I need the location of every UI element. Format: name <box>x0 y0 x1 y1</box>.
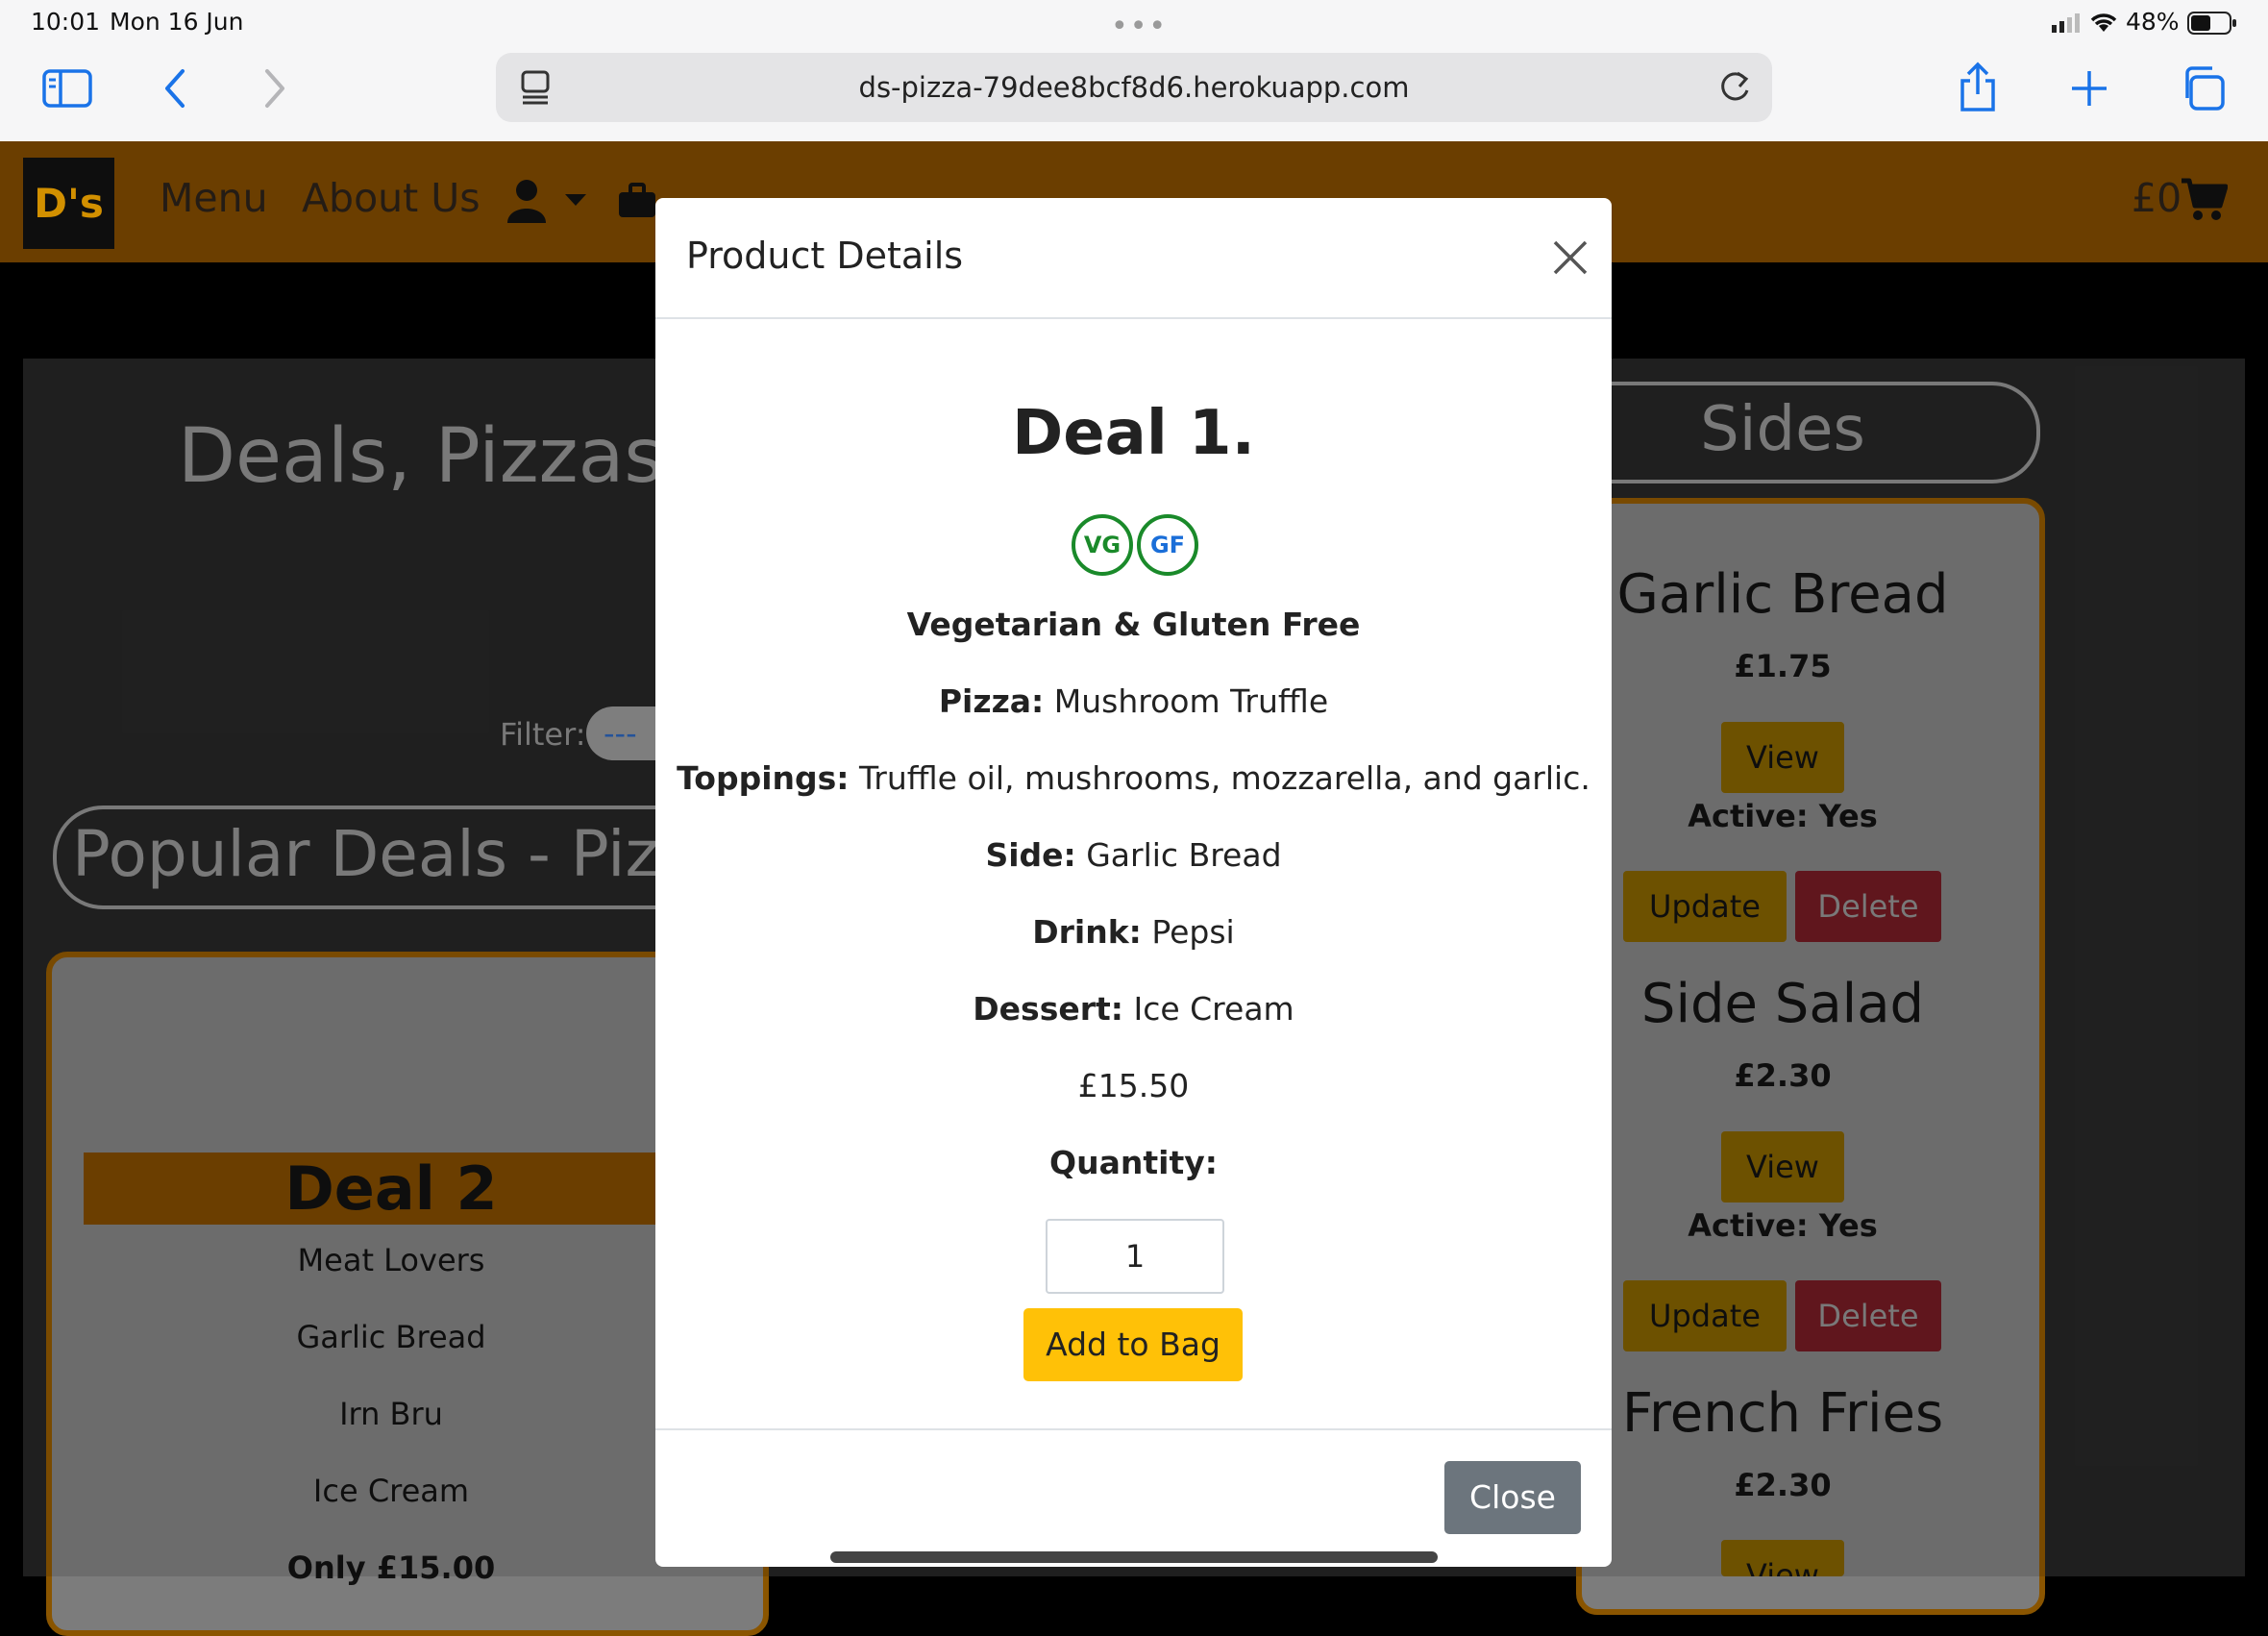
multitasking-dots-icon[interactable]: ••• <box>1111 10 1168 43</box>
home-indicator <box>830 1551 1438 1563</box>
tabs-overview-icon[interactable] <box>2180 65 2226 112</box>
url-text[interactable]: ds-pizza-79dee8bcf8d6.herokuapp.com <box>496 53 1772 122</box>
share-icon[interactable] <box>1957 62 1999 113</box>
quantity-label: Quantity: <box>1049 1144 1218 1181</box>
forward-icon[interactable] <box>261 67 288 110</box>
dessert-line: Dessert: Ice Cream <box>973 990 1294 1028</box>
close-button[interactable]: Close <box>1444 1461 1581 1534</box>
close-icon[interactable] <box>1549 236 1591 279</box>
new-tab-icon[interactable] <box>2070 69 2108 108</box>
status-time: 10:01 <box>31 8 101 36</box>
drink-line: Drink: Pepsi <box>1032 913 1235 951</box>
sidebar-toggle-icon[interactable] <box>42 69 92 108</box>
reload-icon[interactable] <box>1716 69 1753 106</box>
gluten-free-badge-icon: GF <box>1137 514 1198 576</box>
wifi-icon <box>2088 11 2119 34</box>
signal-icon <box>2052 13 2084 33</box>
modal-title: Product Details <box>686 235 964 277</box>
add-to-bag-button[interactable]: Add to Bag <box>1023 1308 1243 1381</box>
back-icon[interactable] <box>161 67 188 110</box>
status-date: Mon 16 Jun <box>110 8 244 36</box>
quantity-input[interactable]: 1 <box>1046 1219 1224 1294</box>
address-bar[interactable]: ds-pizza-79dee8bcf8d6.herokuapp.com <box>496 53 1772 122</box>
battery-icon <box>2187 12 2237 35</box>
pizza-line: Pizza: Mushroom Truffle <box>938 682 1329 720</box>
product-price: £15.50 <box>1077 1067 1190 1104</box>
diet-label: Vegetarian & Gluten Free <box>906 606 1361 643</box>
side-line: Side: Garlic Bread <box>985 836 1282 874</box>
battery-percent: 48% <box>2126 8 2180 36</box>
toppings-line: Toppings: Truffle oil, mushrooms, mozzar… <box>677 759 1590 797</box>
vegan-badge-icon: VG <box>1072 514 1133 576</box>
product-title: Deal 1. <box>1012 398 1255 469</box>
product-details-modal: Product Details Deal 1. VG GF Vegetarian… <box>655 198 1612 1567</box>
